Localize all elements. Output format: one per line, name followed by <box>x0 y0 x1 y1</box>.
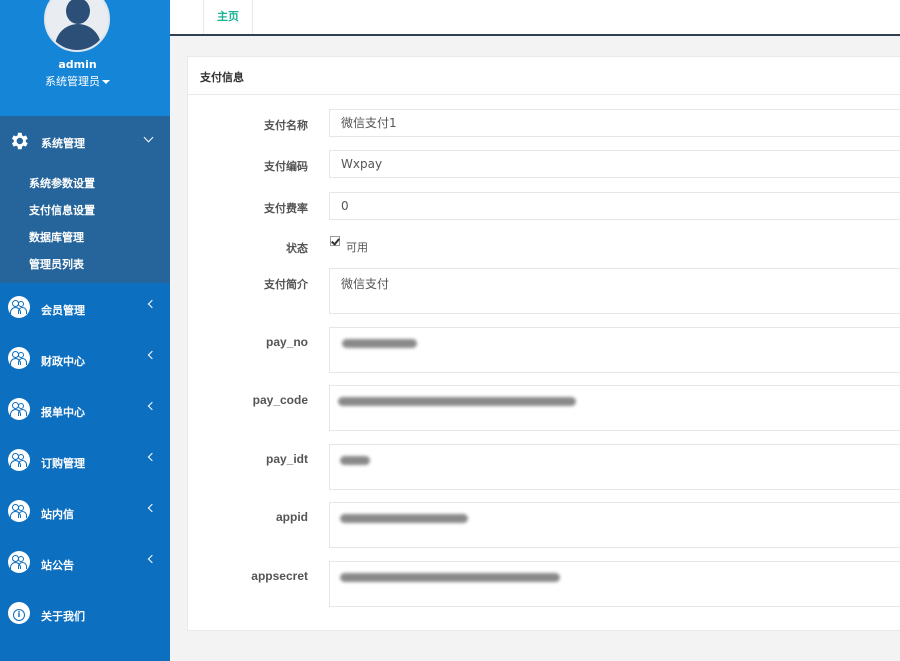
chevron-left-icon <box>147 452 157 462</box>
sidebar-item-database[interactable]: 数据库管理 <box>29 229 84 245</box>
sidebar-item-announcements[interactable]: 站公告 <box>0 538 170 589</box>
tab-home[interactable]: 主页 <box>203 0 253 34</box>
avatar[interactable] <box>44 0 110 52</box>
label-appid: appid <box>276 510 308 524</box>
chevron-left-icon <box>147 299 157 309</box>
label-pay-no: pay_no <box>265 335 308 349</box>
chevron-left-icon <box>147 401 157 411</box>
sidebar-item-orders-center[interactable]: 报单中心 <box>0 385 170 436</box>
panel-title: 支付信息 <box>200 71 244 84</box>
sidebar-group-system: 系统管理 系统参数设置 支付信息设置 数据库管理 管理员列表 <box>0 116 170 283</box>
label-status: 状态 <box>286 242 308 255</box>
tab-bar: 主页 <box>170 0 900 36</box>
chevron-left-icon <box>147 503 157 513</box>
sidebar-item-label: 站公告 <box>41 559 74 572</box>
chevron-down-icon <box>143 132 154 143</box>
redacted-value <box>340 514 468 523</box>
content-footer <box>170 633 900 661</box>
sidebar-group-header-system[interactable]: 系统管理 <box>0 116 170 166</box>
chevron-left-icon <box>147 554 157 564</box>
sidebar-item-label: 会员管理 <box>41 304 85 317</box>
sidebar-item-admin-list[interactable]: 管理员列表 <box>29 256 84 272</box>
appid-field[interactable] <box>329 502 900 548</box>
sidebar-group-label: 系统管理 <box>41 137 85 150</box>
label-pay-idt: pay_idt <box>265 452 308 466</box>
redacted-value <box>338 397 576 406</box>
profile-role-label: 系统管理员 <box>45 75 100 88</box>
label-pay-code-key: pay_code <box>252 393 308 407</box>
profile-username: admin <box>58 58 97 71</box>
users-icon <box>8 398 30 420</box>
pay-no-field[interactable] <box>329 327 900 373</box>
label-pay-intro: 支付简介 <box>264 278 308 291</box>
sidebar-item-system-params[interactable]: 系统参数设置 <box>29 175 95 191</box>
pay-idt-field[interactable] <box>329 444 900 490</box>
sidebar: admin 系统管理员 系统管理 系统参数设置 支付信息设置 数据库管理 管理员… <box>0 0 170 661</box>
sidebar-item-payment-settings[interactable]: 支付信息设置 <box>29 202 95 218</box>
appsecret-field[interactable] <box>329 561 900 607</box>
sidebar-item-purchase[interactable]: 订购管理 <box>0 436 170 487</box>
sidebar-item-label: 站内信 <box>41 508 74 521</box>
sidebar-item-label: 关于我们 <box>41 610 85 623</box>
users-icon <box>8 296 30 318</box>
payment-info-panel: 支付信息 支付名称 微信支付1 支付编码 Wxpay 支付费率 0 状态 可用 … <box>187 56 900 631</box>
status-checkbox[interactable] <box>330 236 340 246</box>
label-appsecret: appsecret <box>251 569 308 583</box>
users-icon <box>8 500 30 522</box>
divider <box>188 94 900 95</box>
label-pay-name: 支付名称 <box>264 119 308 132</box>
info-icon: i <box>8 602 30 624</box>
sidebar-item-finance[interactable]: 财政中心 <box>0 334 170 385</box>
pay-rate-field[interactable]: 0 <box>329 192 900 220</box>
profile-role-dropdown[interactable]: 系统管理员 <box>0 73 155 89</box>
label-pay-rate: 支付费率 <box>264 202 308 215</box>
chevron-left-icon <box>147 350 157 360</box>
sidebar-item-about[interactable]: i 关于我们 <box>0 589 170 640</box>
sidebar-item-label: 报单中心 <box>41 406 85 419</box>
sidebar-item-label: 财政中心 <box>41 355 85 368</box>
status-option-label: 可用 <box>346 241 368 254</box>
users-icon <box>8 347 30 369</box>
users-icon <box>8 551 30 573</box>
sidebar-item-label: 订购管理 <box>41 457 85 470</box>
sidebar-item-members[interactable]: 会员管理 <box>0 283 170 334</box>
gear-icon <box>11 132 28 150</box>
pay-code-key-field[interactable] <box>329 385 900 431</box>
sidebar-item-messages[interactable]: 站内信 <box>0 487 170 538</box>
caret-down-icon <box>102 80 110 84</box>
redacted-value <box>342 339 417 348</box>
pay-name-field[interactable]: 微信支付1 <box>329 109 900 137</box>
label-pay-code: 支付编码 <box>264 160 308 173</box>
redacted-value <box>340 456 370 465</box>
pay-code-field[interactable]: Wxpay <box>329 150 900 178</box>
redacted-value <box>340 573 560 582</box>
profile-block: admin 系统管理员 <box>0 0 170 116</box>
users-icon <box>8 449 30 471</box>
pay-intro-textarea[interactable]: 微信支付 <box>329 268 900 314</box>
